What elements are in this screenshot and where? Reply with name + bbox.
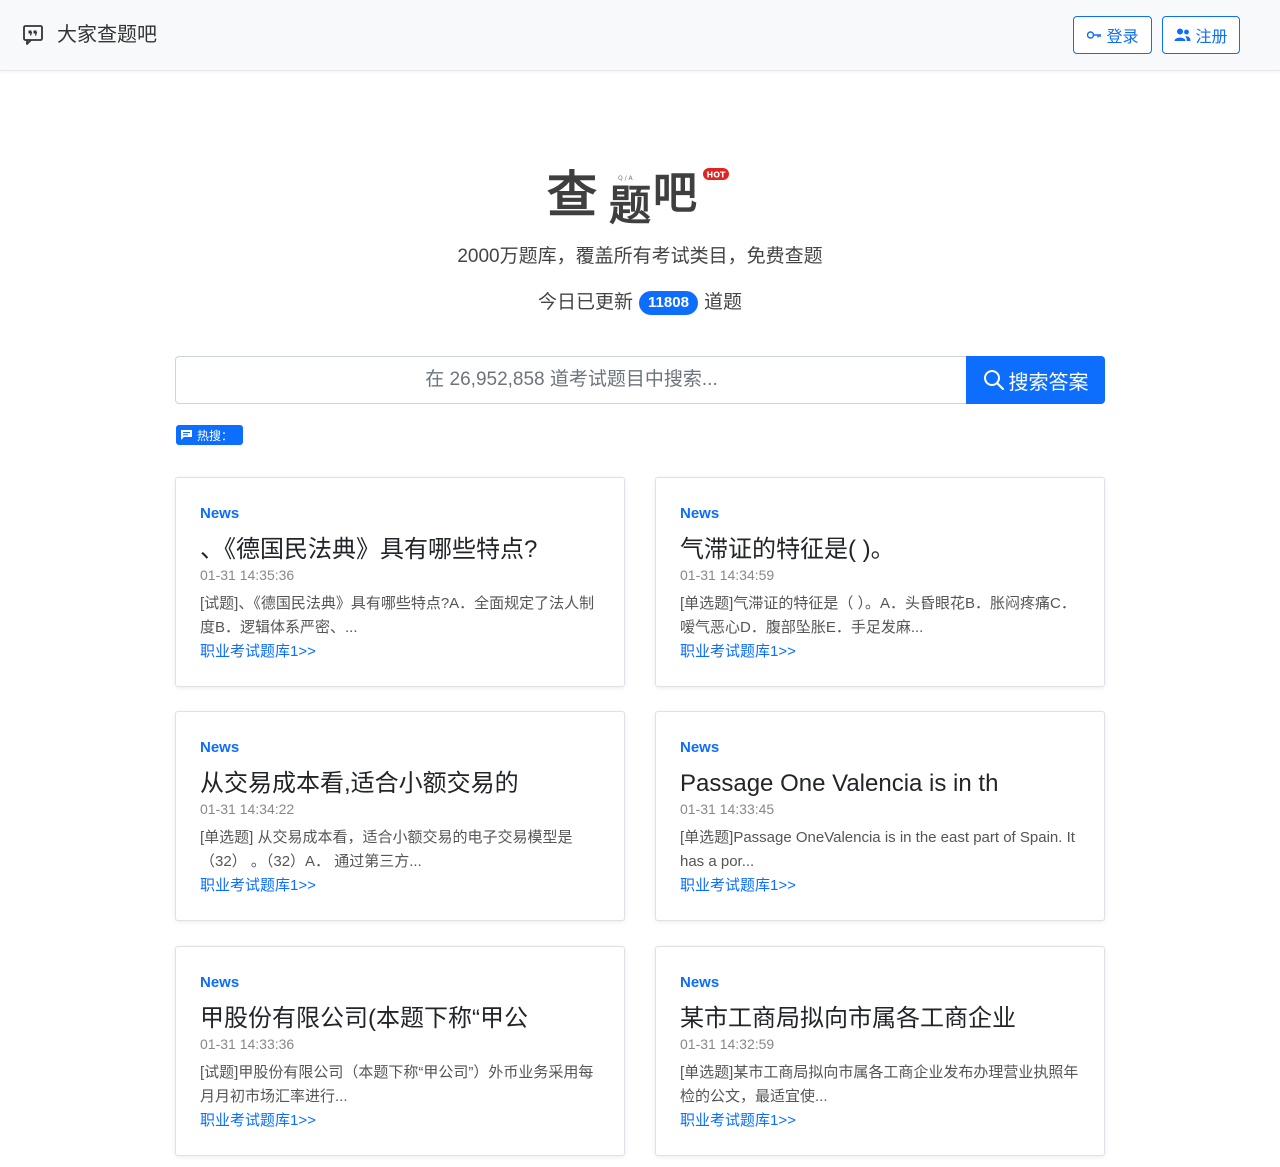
brand[interactable]: 大家查题吧 <box>22 22 157 48</box>
top-navbar: 大家查题吧 登录 注册 <box>0 0 1280 71</box>
register-label: 注册 <box>1195 29 1228 46</box>
card-excerpt: [单选题]气滞证的特征是（ ）。A．头昏眼花B．胀闷疼痛C．嗳气恶心D．腹部坠胀… <box>680 595 1076 636</box>
card-timestamp: 01-31 14:34:22 <box>200 801 295 817</box>
card-bank-link[interactable]: 职业考试题库1>> <box>680 640 796 661</box>
card-bank-link[interactable]: 职业考试题库1>> <box>680 1109 796 1130</box>
card-bank-link[interactable]: 职业考试题库1>> <box>680 874 796 895</box>
card-title[interactable]: 从交易成本看,适合小额交易的 <box>200 768 610 800</box>
question-card[interactable]: News 甲股份有限公司(本题下称“甲公 01-31 14:33:36 [试题]… <box>175 946 625 1156</box>
card-category: News <box>200 505 240 522</box>
search-button[interactable]: 搜索答案 <box>966 356 1105 404</box>
logo-char-3: 吧 <box>653 168 697 219</box>
updated-prefix: 今日已更新 <box>538 292 634 313</box>
chat-icon <box>181 430 192 440</box>
card-title[interactable]: 甲股份有限公司(本题下称“甲公 <box>200 1003 610 1035</box>
card-bank-link[interactable]: 职业考试题库1>> <box>200 640 316 661</box>
updated-count-badge: 11808 <box>639 291 698 315</box>
people-icon <box>1174 28 1191 41</box>
updated-suffix: 道题 <box>703 292 742 313</box>
card-timestamp: 01-31 14:34:59 <box>680 567 775 583</box>
card-excerpt: [单选题]某市工商局拟向市属各工商企业发布办理营业执照年检的公文，最适宜使... <box>680 1064 1079 1105</box>
card-excerpt: [试题]甲股份有限公司（本题下称“甲公司”）外币业务采用每月月初市场汇率进行..… <box>200 1064 594 1105</box>
card-category: News <box>680 505 720 522</box>
login-button[interactable]: 登录 <box>1073 16 1152 54</box>
question-card[interactable]: News 从交易成本看,适合小额交易的 01-31 14:34:22 [单选题]… <box>175 711 625 921</box>
hot-search-badge[interactable]: 热搜： <box>176 425 243 445</box>
card-timestamp: 01-31 14:33:36 <box>200 1036 295 1052</box>
question-card[interactable]: News 气滞证的特征是( )。 01-31 14:34:59 [单选题]气滞证… <box>655 477 1105 687</box>
daily-update: 今日已更新 11808 道题 <box>0 290 1280 316</box>
card-title[interactable]: 气滞证的特征是( )。 <box>680 534 1090 566</box>
key-icon <box>1087 31 1102 39</box>
chat-quote-icon <box>22 24 44 46</box>
hot-search-label: 热搜： <box>197 428 234 443</box>
card-timestamp: 01-31 14:33:45 <box>680 801 775 817</box>
tagline: 2000万题库，覆盖所有考试类目，免费查题 <box>457 246 823 267</box>
card-category: News <box>200 739 240 756</box>
brand-name: 大家查题吧 <box>57 24 157 46</box>
logo-char-1: 查 <box>547 166 597 224</box>
card-bank-link[interactable]: 职业考试题库1>> <box>200 1109 316 1130</box>
logo-char-2: 题 <box>609 181 651 230</box>
card-excerpt: [单选题]Passage OneValencia is in the east … <box>680 829 1075 870</box>
question-card[interactable]: News Passage One Valencia is in th 01-31… <box>655 711 1105 921</box>
card-category: News <box>200 974 240 991</box>
register-button[interactable]: 注册 <box>1162 16 1240 54</box>
question-card[interactable]: News 、《德国民法典》具有哪些特点? 01-31 14:35:36 [试题]… <box>175 477 625 687</box>
card-timestamp: 01-31 14:32:59 <box>680 1036 775 1052</box>
question-card[interactable]: News 某市工商局拟向市属各工商企业 01-31 14:32:59 [单选题]… <box>655 946 1105 1156</box>
search-icon <box>983 370 1004 391</box>
search-button-label: 搜索答案 <box>1008 371 1089 394</box>
card-title[interactable]: Passage One Valencia is in th <box>680 768 1090 800</box>
card-category: News <box>680 739 720 756</box>
login-label: 登录 <box>1106 29 1139 46</box>
card-timestamp: 01-31 14:35:36 <box>200 567 295 583</box>
search-input[interactable] <box>175 356 967 404</box>
card-excerpt: [试题]、《德国民法典》具有哪些特点?A．全面规定了法人制度B．逻辑体系严密、.… <box>200 595 595 636</box>
logo-hot-badge: HOT <box>707 171 726 180</box>
card-category: News <box>680 974 720 991</box>
card-excerpt: [单选题] 从交易成本看，适合小额交易的电子交易模型是（32） 。（32）A． … <box>200 829 573 870</box>
card-bank-link[interactable]: 职业考试题库1>> <box>200 874 316 895</box>
card-title[interactable]: 、《德国民法典》具有哪些特点? <box>200 534 610 566</box>
site-logo: 查 Q / A 题 吧 HOT <box>547 166 729 230</box>
card-title[interactable]: 某市工商局拟向市属各工商企业 <box>680 1003 1090 1035</box>
